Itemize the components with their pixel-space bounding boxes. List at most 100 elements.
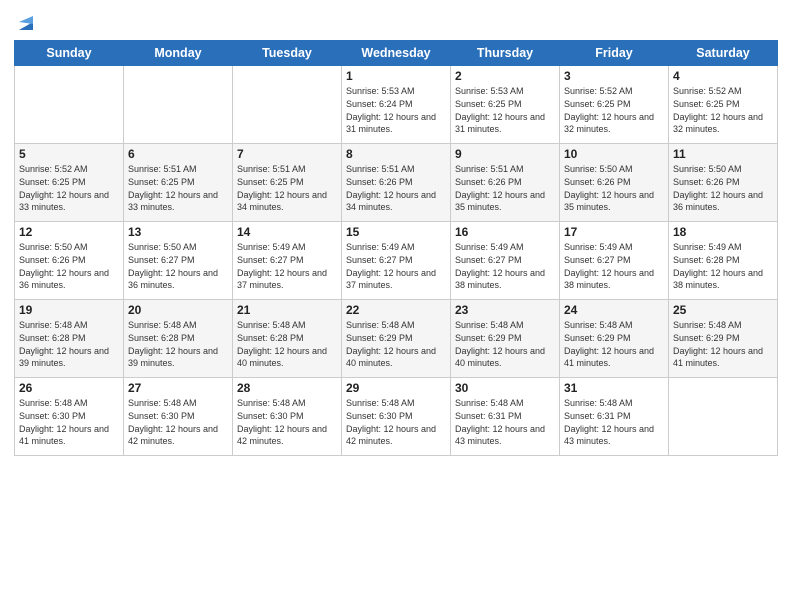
cell-info: Sunrise: 5:50 AM Sunset: 6:26 PM Dayligh… bbox=[673, 163, 773, 213]
day-number: 11 bbox=[673, 147, 773, 161]
cell-info: Sunrise: 5:48 AM Sunset: 6:28 PM Dayligh… bbox=[19, 319, 119, 369]
day-number: 12 bbox=[19, 225, 119, 239]
calendar-cell: 28 Sunrise: 5:48 AM Sunset: 6:30 PM Dayli… bbox=[233, 378, 342, 456]
logo bbox=[14, 14, 37, 34]
cell-info: Sunrise: 5:53 AM Sunset: 6:24 PM Dayligh… bbox=[346, 85, 446, 135]
calendar-cell: 27 Sunrise: 5:48 AM Sunset: 6:30 PM Dayli… bbox=[124, 378, 233, 456]
calendar-table: SundayMondayTuesdayWednesdayThursdayFrid… bbox=[14, 40, 778, 456]
col-header-saturday: Saturday bbox=[669, 41, 778, 66]
cell-info: Sunrise: 5:48 AM Sunset: 6:30 PM Dayligh… bbox=[237, 397, 337, 447]
day-number: 22 bbox=[346, 303, 446, 317]
cell-info: Sunrise: 5:48 AM Sunset: 6:28 PM Dayligh… bbox=[237, 319, 337, 369]
calendar-cell: 19 Sunrise: 5:48 AM Sunset: 6:28 PM Dayli… bbox=[15, 300, 124, 378]
calendar-cell bbox=[124, 66, 233, 144]
day-number: 10 bbox=[564, 147, 664, 161]
cell-info: Sunrise: 5:48 AM Sunset: 6:29 PM Dayligh… bbox=[346, 319, 446, 369]
calendar-cell: 20 Sunrise: 5:48 AM Sunset: 6:28 PM Dayli… bbox=[124, 300, 233, 378]
calendar-cell: 21 Sunrise: 5:48 AM Sunset: 6:28 PM Dayli… bbox=[233, 300, 342, 378]
calendar-cell: 10 Sunrise: 5:50 AM Sunset: 6:26 PM Dayli… bbox=[560, 144, 669, 222]
calendar-week-row: 1 Sunrise: 5:53 AM Sunset: 6:24 PM Daylig… bbox=[15, 66, 778, 144]
col-header-monday: Monday bbox=[124, 41, 233, 66]
day-number: 28 bbox=[237, 381, 337, 395]
day-number: 20 bbox=[128, 303, 228, 317]
calendar-cell: 6 Sunrise: 5:51 AM Sunset: 6:25 PM Daylig… bbox=[124, 144, 233, 222]
day-number: 9 bbox=[455, 147, 555, 161]
day-number: 30 bbox=[455, 381, 555, 395]
calendar-cell: 5 Sunrise: 5:52 AM Sunset: 6:25 PM Daylig… bbox=[15, 144, 124, 222]
calendar-cell: 23 Sunrise: 5:48 AM Sunset: 6:29 PM Dayli… bbox=[451, 300, 560, 378]
cell-info: Sunrise: 5:50 AM Sunset: 6:26 PM Dayligh… bbox=[564, 163, 664, 213]
day-number: 15 bbox=[346, 225, 446, 239]
cell-info: Sunrise: 5:48 AM Sunset: 6:29 PM Dayligh… bbox=[564, 319, 664, 369]
day-number: 18 bbox=[673, 225, 773, 239]
cell-info: Sunrise: 5:49 AM Sunset: 6:27 PM Dayligh… bbox=[455, 241, 555, 291]
col-header-thursday: Thursday bbox=[451, 41, 560, 66]
calendar-cell: 3 Sunrise: 5:52 AM Sunset: 6:25 PM Daylig… bbox=[560, 66, 669, 144]
calendar-week-row: 26 Sunrise: 5:48 AM Sunset: 6:30 PM Dayli… bbox=[15, 378, 778, 456]
day-number: 31 bbox=[564, 381, 664, 395]
day-number: 17 bbox=[564, 225, 664, 239]
day-number: 26 bbox=[19, 381, 119, 395]
day-number: 5 bbox=[19, 147, 119, 161]
header bbox=[14, 10, 778, 34]
day-number: 3 bbox=[564, 69, 664, 83]
calendar-cell: 11 Sunrise: 5:50 AM Sunset: 6:26 PM Dayli… bbox=[669, 144, 778, 222]
day-number: 14 bbox=[237, 225, 337, 239]
day-number: 16 bbox=[455, 225, 555, 239]
calendar-week-row: 5 Sunrise: 5:52 AM Sunset: 6:25 PM Daylig… bbox=[15, 144, 778, 222]
calendar-week-row: 12 Sunrise: 5:50 AM Sunset: 6:26 PM Dayli… bbox=[15, 222, 778, 300]
day-number: 1 bbox=[346, 69, 446, 83]
calendar-cell bbox=[669, 378, 778, 456]
day-number: 23 bbox=[455, 303, 555, 317]
cell-info: Sunrise: 5:52 AM Sunset: 6:25 PM Dayligh… bbox=[19, 163, 119, 213]
cell-info: Sunrise: 5:48 AM Sunset: 6:30 PM Dayligh… bbox=[128, 397, 228, 447]
calendar-cell: 25Sunrise: 5:48 AM Sunset: 6:29 PM Dayli… bbox=[669, 300, 778, 378]
calendar-cell: 31Sunrise: 5:48 AM Sunset: 6:31 PM Dayli… bbox=[560, 378, 669, 456]
day-number: 13 bbox=[128, 225, 228, 239]
cell-info: Sunrise: 5:50 AM Sunset: 6:27 PM Dayligh… bbox=[128, 241, 228, 291]
day-number: 25 bbox=[673, 303, 773, 317]
day-number: 4 bbox=[673, 69, 773, 83]
calendar-cell: 8 Sunrise: 5:51 AM Sunset: 6:26 PM Daylig… bbox=[342, 144, 451, 222]
day-number: 6 bbox=[128, 147, 228, 161]
calendar-cell: 24 Sunrise: 5:48 AM Sunset: 6:29 PM Dayli… bbox=[560, 300, 669, 378]
calendar-cell: 2Sunrise: 5:53 AM Sunset: 6:25 PM Daylig… bbox=[451, 66, 560, 144]
calendar-cell: 18 Sunrise: 5:49 AM Sunset: 6:28 PM Dayli… bbox=[669, 222, 778, 300]
calendar-cell: 1 Sunrise: 5:53 AM Sunset: 6:24 PM Daylig… bbox=[342, 66, 451, 144]
cell-info: Sunrise: 5:51 AM Sunset: 6:26 PM Dayligh… bbox=[346, 163, 446, 213]
logo-icon bbox=[15, 12, 37, 34]
calendar-cell bbox=[233, 66, 342, 144]
cell-info: Sunrise: 5:48 AM Sunset: 6:29 PM Dayligh… bbox=[455, 319, 555, 369]
cell-info: Sunrise: 5:51 AM Sunset: 6:25 PM Dayligh… bbox=[237, 163, 337, 213]
cell-info: Sunrise: 5:51 AM Sunset: 6:25 PM Dayligh… bbox=[128, 163, 228, 213]
day-number: 19 bbox=[19, 303, 119, 317]
cell-info: Sunrise: 5:48 AM Sunset: 6:28 PM Dayligh… bbox=[128, 319, 228, 369]
calendar-cell: 30 Sunrise: 5:48 AM Sunset: 6:31 PM Dayli… bbox=[451, 378, 560, 456]
calendar-cell: 4 Sunrise: 5:52 AM Sunset: 6:25 PM Daylig… bbox=[669, 66, 778, 144]
calendar-cell: 29Sunrise: 5:48 AM Sunset: 6:30 PM Dayli… bbox=[342, 378, 451, 456]
cell-info: Sunrise: 5:48 AM Sunset: 6:31 PM Dayligh… bbox=[455, 397, 555, 447]
cell-info: Sunrise: 5:49 AM Sunset: 6:27 PM Dayligh… bbox=[564, 241, 664, 291]
calendar-cell: 14 Sunrise: 5:49 AM Sunset: 6:27 PM Dayli… bbox=[233, 222, 342, 300]
col-header-friday: Friday bbox=[560, 41, 669, 66]
day-number: 24 bbox=[564, 303, 664, 317]
cell-info: Sunrise: 5:49 AM Sunset: 6:27 PM Dayligh… bbox=[237, 241, 337, 291]
calendar-cell bbox=[15, 66, 124, 144]
day-number: 8 bbox=[346, 147, 446, 161]
cell-info: Sunrise: 5:50 AM Sunset: 6:26 PM Dayligh… bbox=[19, 241, 119, 291]
calendar-cell: 15 Sunrise: 5:49 AM Sunset: 6:27 PM Dayli… bbox=[342, 222, 451, 300]
day-number: 7 bbox=[237, 147, 337, 161]
cell-info: Sunrise: 5:52 AM Sunset: 6:25 PM Dayligh… bbox=[564, 85, 664, 135]
col-header-sunday: Sunday bbox=[15, 41, 124, 66]
cell-info: Sunrise: 5:49 AM Sunset: 6:28 PM Dayligh… bbox=[673, 241, 773, 291]
calendar-week-row: 19 Sunrise: 5:48 AM Sunset: 6:28 PM Dayli… bbox=[15, 300, 778, 378]
day-number: 21 bbox=[237, 303, 337, 317]
col-header-wednesday: Wednesday bbox=[342, 41, 451, 66]
day-number: 29 bbox=[346, 381, 446, 395]
col-header-tuesday: Tuesday bbox=[233, 41, 342, 66]
cell-info: Sunrise: 5:52 AM Sunset: 6:25 PM Dayligh… bbox=[673, 85, 773, 135]
cell-info: Sunrise: 5:49 AM Sunset: 6:27 PM Dayligh… bbox=[346, 241, 446, 291]
calendar-cell: 7 Sunrise: 5:51 AM Sunset: 6:25 PM Daylig… bbox=[233, 144, 342, 222]
day-number: 27 bbox=[128, 381, 228, 395]
calendar-cell: 22 Sunrise: 5:48 AM Sunset: 6:29 PM Dayli… bbox=[342, 300, 451, 378]
